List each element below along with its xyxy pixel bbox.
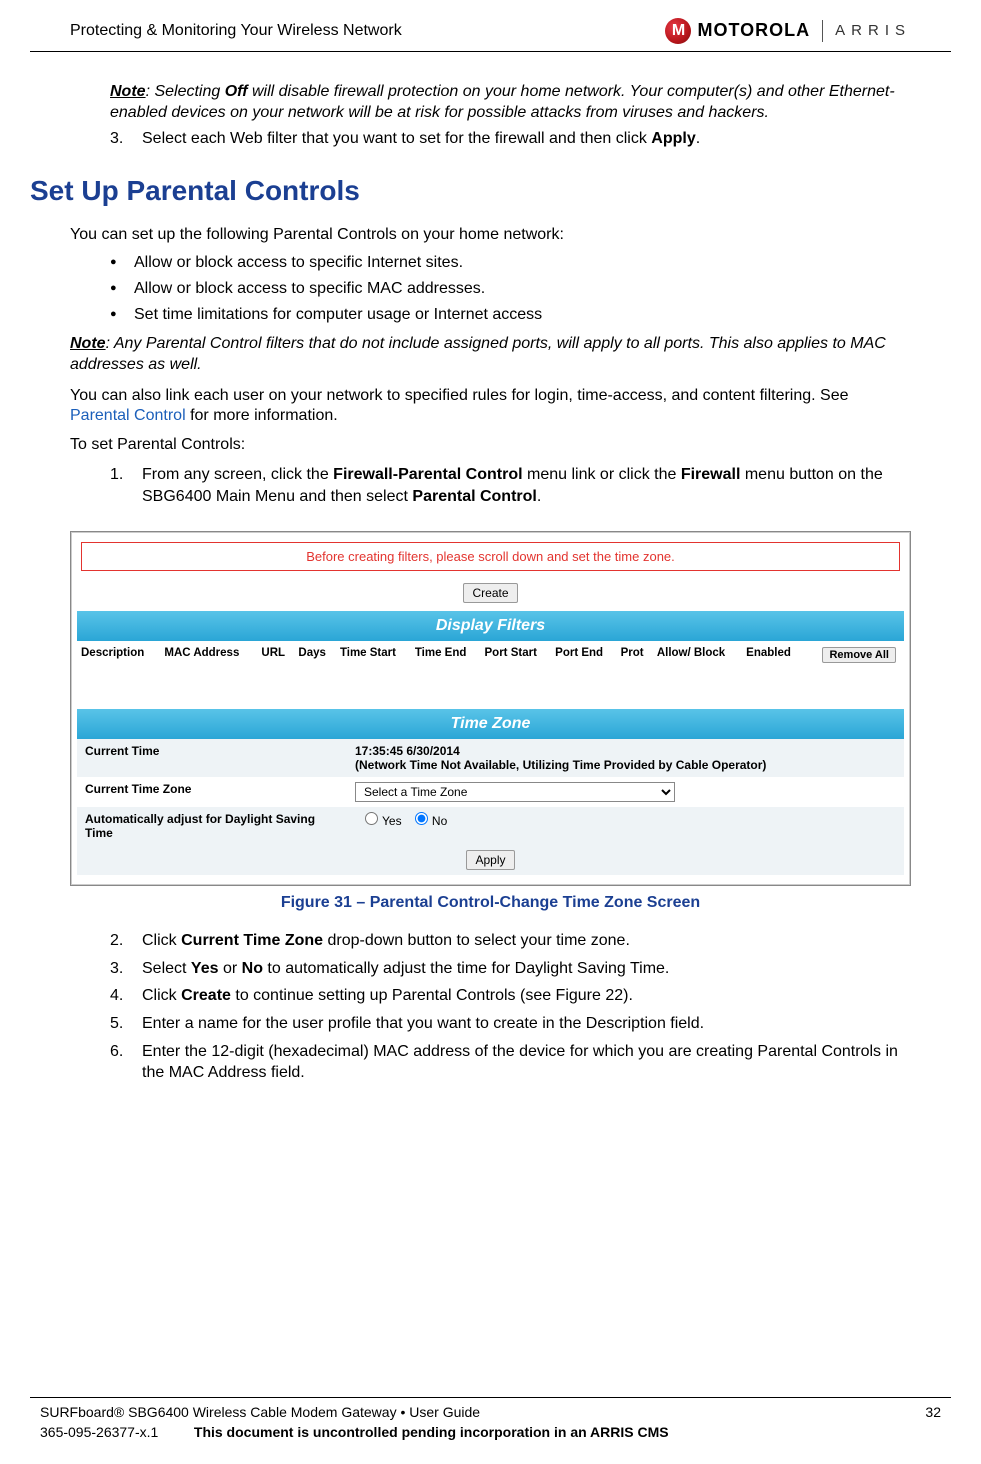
list-item: Allow or block access to specific Intern… (110, 254, 911, 272)
tz-row-current-time: Current Time 17:35:45 6/30/2014 (Network… (77, 739, 904, 777)
footer-notice: This document is uncontrolled pending in… (194, 1424, 669, 1440)
tz-row-apply: Apply (77, 845, 904, 875)
current-time-value: 17:35:45 6/30/2014 (Network Time Not Ava… (347, 739, 904, 777)
timezone-warning: Before creating filters, please scroll d… (81, 542, 900, 571)
link-para: You can also link each user on your netw… (70, 386, 911, 428)
note-ports: Note: Any Parental Control filters that … (70, 334, 911, 376)
current-time-label: Current Time (77, 739, 347, 777)
dst-no-radio[interactable] (415, 812, 428, 825)
current-timezone-label: Current Time Zone (77, 777, 347, 807)
pc-bullets: Allow or block access to specific Intern… (70, 254, 911, 324)
list-item: Allow or block access to specific MAC ad… (110, 280, 911, 298)
col-days: Days (294, 641, 336, 691)
col-prot: Prot (617, 641, 653, 691)
col-allow-block: Allow/ Block (653, 641, 742, 691)
time-zone-header: Time Zone (77, 709, 904, 739)
figure-caption: Figure 31 – Parental Control-Change Time… (70, 894, 911, 912)
step-1: 1. From any screen, click the Firewall-P… (110, 464, 911, 507)
figure-31: Before creating filters, please scroll d… (70, 531, 911, 912)
brand-divider (822, 20, 823, 42)
step-5: 5. Enter a name for the user profile tha… (110, 1013, 911, 1035)
step-6: 6. Enter the 12-digit (hexadecimal) MAC … (110, 1041, 911, 1084)
parental-control-link[interactable]: Parental Control (70, 407, 186, 424)
page-number: 32 (925, 1404, 941, 1420)
step-3: 3. Select each Web filter that you want … (110, 128, 911, 150)
list-item: Set time limitations for computer usage … (110, 306, 911, 324)
page-header: Protecting & Monitoring Your Wireless Ne… (30, 0, 951, 52)
doc-number: 365-095-26377-x.1 (40, 1424, 190, 1440)
filters-table: Description MAC Address URL Days Time St… (77, 641, 904, 691)
col-enabled: Enabled (742, 641, 804, 691)
pc-intro: You can set up the following Parental Co… (70, 225, 911, 246)
page-footer: SURFboard® SBG6400 Wireless Cable Modem … (30, 1397, 951, 1440)
col-time-end: Time End (411, 641, 481, 691)
header-title: Protecting & Monitoring Your Wireless Ne… (70, 22, 402, 40)
dst-label: Automatically adjust for Daylight Saving… (77, 807, 347, 845)
col-time-start: Time Start (336, 641, 411, 691)
note-prefix: Note (110, 83, 146, 100)
step-3b: 3. Select Yes or No to automatically adj… (110, 958, 911, 980)
time-zone-table: Current Time 17:35:45 6/30/2014 (Network… (77, 739, 904, 875)
footer-product: SURFboard® SBG6400 Wireless Cable Modem … (40, 1404, 480, 1420)
prior-steps-list: 3. Select each Web filter that you want … (70, 128, 911, 150)
to-set-line: To set Parental Controls: (70, 435, 911, 456)
section-heading: Set Up Parental Controls (30, 175, 911, 207)
step-4: 4. Click Create to continue setting up P… (110, 985, 911, 1007)
step-2: 2. Click Current Time Zone drop-down but… (110, 930, 911, 952)
table-header-row: Description MAC Address URL Days Time St… (77, 641, 904, 691)
page-content: Note: Selecting Off will disable firewal… (0, 52, 981, 1084)
remove-all-button[interactable]: Remove All (822, 647, 896, 663)
arris-wordmark: ARRIS (835, 22, 911, 39)
col-remove-all: Remove All (804, 641, 904, 691)
col-url: URL (257, 641, 294, 691)
timezone-select[interactable]: Select a Time Zone (355, 782, 675, 802)
apply-button[interactable]: Apply (466, 850, 514, 870)
create-button[interactable]: Create (463, 583, 517, 603)
motorola-wordmark: MOTOROLA (697, 20, 810, 41)
motorola-logo-icon: M (665, 18, 691, 44)
tz-row-dst: Automatically adjust for Daylight Saving… (77, 807, 904, 845)
dst-yes-radio[interactable] (365, 812, 378, 825)
steps-list-2: 2. Click Current Time Zone drop-down but… (70, 930, 911, 1084)
col-mac: MAC Address (160, 641, 257, 691)
screenshot-panel: Before creating filters, please scroll d… (70, 531, 911, 886)
note-off-word: Off (225, 83, 248, 100)
steps-list-1: 1. From any screen, click the Firewall-P… (70, 464, 911, 507)
tz-row-current-zone: Current Time Zone Select a Time Zone (77, 777, 904, 807)
col-port-start: Port Start (481, 641, 552, 691)
note-firewall-off: Note: Selecting Off will disable firewal… (110, 82, 911, 124)
col-port-end: Port End (551, 641, 616, 691)
brand-logos: M MOTOROLA ARRIS (665, 18, 911, 44)
display-filters-header: Display Filters (77, 611, 904, 641)
col-description: Description (77, 641, 160, 691)
